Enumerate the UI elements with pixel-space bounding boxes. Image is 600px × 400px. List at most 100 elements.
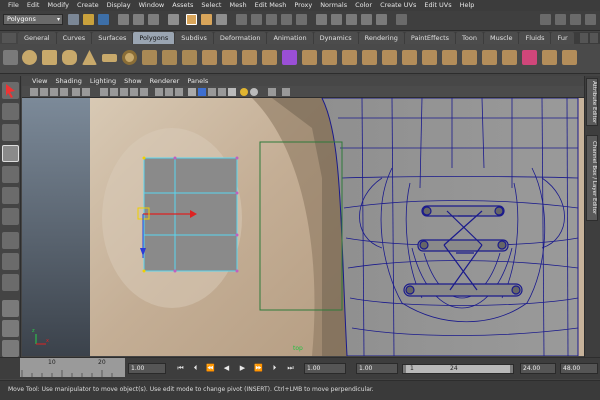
insert-edge-loop-icon[interactable] [482,50,497,65]
shelf-tab-polygons[interactable]: Polygons [133,32,175,44]
go-to-end-icon[interactable]: ⏭ [286,363,295,373]
menu-assets[interactable]: Assets [168,0,197,11]
outliner-layout-icon[interactable] [2,340,19,357]
panel-menu-panels[interactable]: Panels [183,77,212,85]
bridge-icon[interactable] [422,50,437,65]
viewport-top[interactable]: z x top [22,98,584,356]
poly-platonic-icon[interactable] [242,50,257,65]
time-ruler[interactable] [20,358,125,377]
sculpt-geometry-icon[interactable] [522,50,537,65]
menu-select[interactable]: Select [197,0,225,11]
menu-edit[interactable]: Edit [23,0,44,11]
show-manipulator-icon[interactable] [2,253,19,270]
edge-mask-icon[interactable] [201,14,212,25]
smooth-icon[interactable] [342,50,357,65]
shelf-scroll-right-icon[interactable] [590,33,598,43]
step-forward-frame-icon[interactable]: ⏵ [270,363,279,373]
merge-vertices-icon[interactable] [542,50,557,65]
poly-soccerball-icon[interactable] [222,50,237,65]
move-tool-icon[interactable] [2,145,19,162]
step-back-frame-icon[interactable]: ⏴ [191,363,200,373]
menu-file[interactable]: File [4,0,23,11]
shelf-tab-curves[interactable]: Curves [56,32,92,44]
menu-create[interactable]: Create [73,0,103,11]
wireframe-icon[interactable] [155,88,163,96]
shelf-tab-fluids[interactable]: Fluids [519,32,551,44]
single-perspective-layout-icon[interactable] [2,300,19,317]
high-quality-icon[interactable] [240,88,248,96]
render-settings-icon[interactable] [376,14,387,25]
poly-pyramid-icon[interactable] [162,50,177,65]
play-backward-icon[interactable]: ◀ [222,363,231,373]
open-scene-icon[interactable] [83,14,94,25]
panel-menu-lighting[interactable]: Lighting [86,77,120,85]
polygon-cube-purple-icon[interactable] [282,50,297,65]
poly-cylinder-icon[interactable] [62,50,77,65]
poly-sphere-icon[interactable] [22,50,37,65]
ambient-occlusion-icon[interactable] [250,88,258,96]
poly-torus-icon[interactable] [122,50,137,65]
shoe-mesh[interactable] [321,98,579,356]
boolean-icon[interactable] [362,50,377,65]
textured-icon[interactable] [208,88,216,96]
panel-menu-renderer[interactable]: Renderer [146,77,184,85]
menu-modify[interactable]: Modify [43,0,73,11]
end-time-field[interactable]: 48.00 [560,363,598,374]
mirror-icon[interactable] [382,50,397,65]
snap-plane-icon[interactable] [281,14,292,25]
shelf-tab-surfaces[interactable]: Surfaces [92,32,133,44]
soft-mod-icon[interactable] [2,232,19,249]
start-time-field[interactable]: 1.00 [304,363,346,374]
menu-create-uvs[interactable]: Create UVs [376,0,420,11]
poly-helix-icon[interactable] [202,50,217,65]
append-polygon-icon[interactable] [442,50,457,65]
use-all-lights-icon[interactable] [218,88,226,96]
range-end-field[interactable]: 24.00 [520,363,556,374]
select-object-icon[interactable] [133,14,144,25]
shelf-tab-rendering[interactable]: Rendering [358,32,404,44]
input-line-icon[interactable] [396,14,407,25]
toggle-attribute-editor-icon[interactable] [555,14,566,25]
history-icon[interactable] [316,14,327,25]
lasso-tool-icon[interactable] [2,103,19,120]
shelf-options-icon[interactable] [3,50,18,65]
panel-menu-view[interactable]: View [28,77,51,85]
select-camera-icon[interactable] [30,88,38,96]
xray-joints-icon[interactable] [282,88,290,96]
extract-icon[interactable] [322,50,337,65]
select-tool-icon[interactable] [2,82,19,99]
shelf-tab-dynamics[interactable]: Dynamics [313,32,358,44]
range-start-field[interactable]: 1.00 [356,363,398,374]
shelf-tab-subdivs[interactable]: Subdivs [175,32,213,44]
attribute-editor-tab[interactable]: Attribute Editor [586,78,598,126]
ipr-render-icon[interactable] [361,14,372,25]
snap-curve-icon[interactable] [251,14,262,25]
separate-icon[interactable] [302,50,317,65]
poly-plane-icon[interactable] [102,54,117,62]
film-gate-icon[interactable] [82,88,90,96]
shelf-tab-painteffects[interactable]: PaintEffects [404,32,456,44]
smooth-shade-icon[interactable] [165,88,173,96]
shelf-menu-icon[interactable] [2,33,16,43]
default-material-icon[interactable] [198,88,206,96]
snap-grid-icon[interactable] [236,14,247,25]
mask-icon[interactable] [168,14,179,25]
toggle-channel-box-icon[interactable] [585,14,596,25]
combine-icon[interactable] [262,50,277,65]
wireframe-on-shaded-icon[interactable] [175,88,183,96]
render-view-icon[interactable] [331,14,342,25]
go-to-start-icon[interactable]: ⏮ [176,363,185,373]
rotate-tool-icon[interactable] [2,166,19,183]
toggle-tool-settings-icon[interactable] [570,14,581,25]
toggle-modeling-toolkit-icon[interactable] [540,14,551,25]
bookmarks-icon[interactable] [50,88,58,96]
select-hierarchy-icon[interactable] [118,14,129,25]
play-forward-icon[interactable]: ▶ [238,363,247,373]
resolution-gate-icon[interactable] [100,88,108,96]
vertex-mask-icon[interactable] [186,14,197,25]
gate-mask-icon[interactable] [110,88,118,96]
select-component-icon[interactable] [148,14,159,25]
new-scene-icon[interactable] [68,14,79,25]
camera-attributes-icon[interactable] [40,88,48,96]
step-back-key-icon[interactable]: ⏪ [206,363,215,373]
